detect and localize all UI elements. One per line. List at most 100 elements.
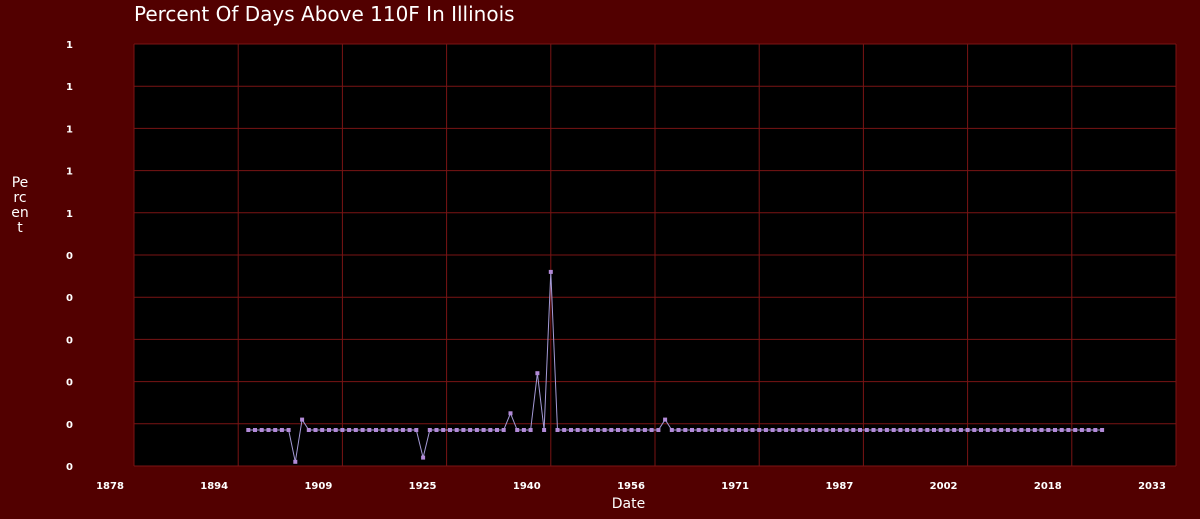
data-point [743, 428, 748, 432]
x-tick-label: 1940 [513, 481, 541, 492]
data-point [555, 428, 560, 432]
data-point [1012, 428, 1017, 432]
x-tick-label: 1956 [617, 481, 645, 492]
data-point [589, 428, 594, 432]
y-tick-label: 0 [66, 378, 73, 389]
data-point [777, 428, 782, 432]
data-point [461, 428, 466, 432]
y-tick-label: 0 [66, 293, 73, 304]
data-point [723, 428, 728, 432]
data-point [999, 428, 1004, 432]
data-point [770, 428, 775, 432]
data-point [622, 428, 627, 432]
data-point [434, 428, 439, 432]
y-tick-label: 0 [66, 251, 73, 262]
data-point [548, 269, 553, 274]
data-point [1079, 428, 1084, 432]
data-point [864, 428, 869, 432]
data-point [353, 428, 358, 432]
data-point [985, 428, 990, 432]
data-point [1059, 428, 1064, 432]
x-tick-label: 2033 [1138, 481, 1166, 492]
data-point [528, 428, 533, 432]
data-point [400, 428, 405, 432]
x-tick-label: 1909 [304, 481, 332, 492]
data-point [790, 428, 795, 432]
data-point [905, 428, 910, 432]
x-tick-labels: 1878 1894 1909 1925 1940 1956 1971 1987 2002 2018… [96, 481, 1166, 492]
y-tick-labels: 0 0 0 0 0 0 1 1 1 1 1 [66, 40, 73, 473]
y-tick-label: 0 [66, 462, 73, 473]
data-point [1086, 428, 1091, 432]
x-tick-label: 1894 [200, 481, 228, 492]
data-point [656, 428, 661, 432]
data-point [884, 428, 889, 432]
x-tick-label: 1925 [409, 481, 437, 492]
data-point [979, 428, 983, 432]
line-chart: 0 0 0 0 0 0 1 1 1 1 1 1878 1894 1909 1925 1940 1956 1971… [66, 40, 1177, 492]
data-point [448, 428, 452, 432]
data-point [871, 428, 876, 432]
data-point [515, 428, 520, 432]
data-point [1005, 428, 1010, 432]
y-tick-label: 1 [66, 124, 73, 135]
data-point [811, 428, 815, 432]
data-point [629, 428, 634, 432]
data-point [569, 428, 573, 432]
data-point [676, 428, 681, 432]
data-point [757, 428, 762, 432]
data-point [340, 428, 345, 432]
data-point [911, 428, 916, 432]
data-point [300, 417, 305, 422]
data-point [481, 428, 486, 432]
data-point [380, 428, 385, 432]
data-point [952, 428, 957, 432]
data-point [535, 371, 540, 376]
data-point [972, 428, 977, 432]
x-tick-label: 1878 [96, 481, 124, 492]
data-point [891, 428, 896, 432]
x-tick-label: 2018 [1034, 481, 1062, 492]
data-point [1073, 428, 1078, 432]
data-point [1046, 428, 1051, 432]
data-point [669, 428, 674, 432]
data-point [817, 428, 822, 432]
data-point [750, 428, 755, 432]
data-point [609, 428, 614, 432]
data-point [495, 428, 499, 432]
data-point [575, 428, 580, 432]
data-point [837, 428, 842, 432]
data-point [508, 411, 513, 416]
data-point [690, 428, 694, 432]
data-point [945, 428, 950, 432]
data-point [266, 428, 271, 432]
data-point [582, 428, 587, 432]
data-point [1066, 428, 1071, 432]
y-tick-label: 0 [66, 420, 73, 431]
data-point [253, 428, 257, 432]
data-point [616, 428, 620, 432]
data-point [716, 428, 721, 432]
x-tick-label: 1987 [825, 481, 853, 492]
data-point [306, 428, 311, 432]
data-point [246, 428, 251, 432]
data-point [387, 428, 392, 432]
data-point [918, 428, 923, 432]
data-point [441, 428, 446, 432]
data-point [501, 428, 506, 432]
data-point [407, 428, 412, 432]
data-point [488, 428, 493, 432]
data-point [1053, 428, 1057, 432]
data-point [824, 428, 829, 432]
data-point [932, 428, 936, 432]
x-tick-label: 1971 [721, 481, 749, 492]
data-point [696, 428, 701, 432]
data-point [414, 428, 419, 432]
data-point [468, 428, 473, 432]
data-point [858, 428, 862, 432]
data-point [602, 428, 607, 432]
data-point [878, 428, 883, 432]
data-point [313, 428, 318, 432]
y-tick-label: 0 [66, 335, 73, 346]
y-tick-label: 1 [66, 82, 73, 93]
